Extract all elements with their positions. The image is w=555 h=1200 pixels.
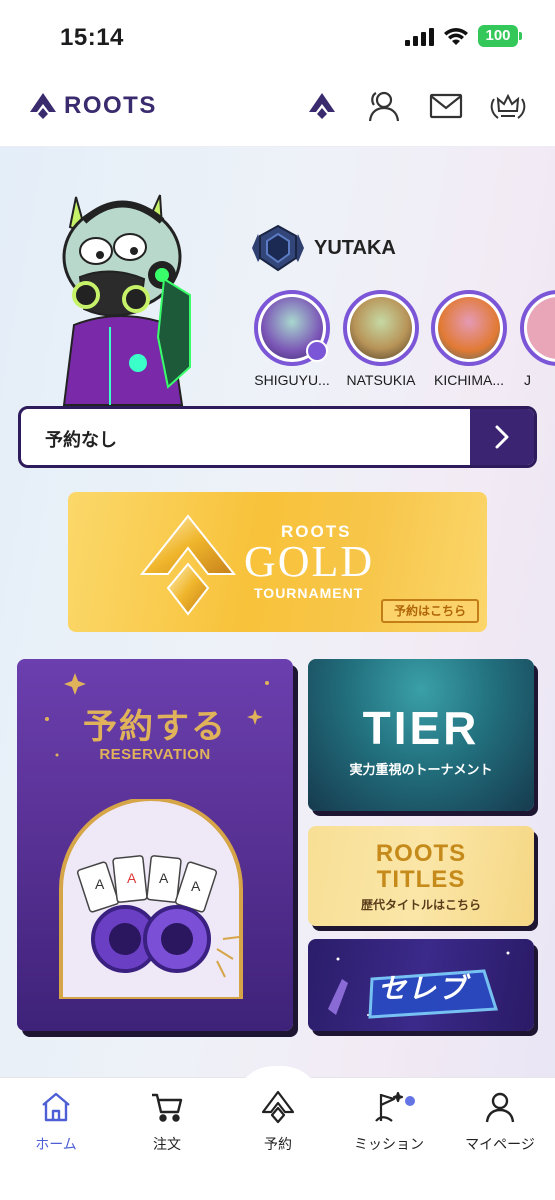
celeb-card[interactable]: セレブ bbox=[308, 939, 534, 1031]
friends-icon[interactable] bbox=[364, 86, 404, 126]
tab-mypage[interactable]: マイページ bbox=[450, 1088, 550, 1154]
home-content: YUTAKA SHIGUYU... NATSUKIA KICHIMA... J … bbox=[0, 147, 555, 1077]
player-info[interactable]: YUTAKA bbox=[252, 224, 396, 272]
tab-mypage-label: マイページ bbox=[465, 1136, 535, 1152]
app-header: ROOTS bbox=[0, 72, 555, 147]
titles-card-line1: ROOTS bbox=[375, 840, 467, 867]
user-icon bbox=[485, 1092, 515, 1123]
wifi-icon bbox=[444, 28, 468, 45]
friend-item[interactable]: J bbox=[518, 290, 555, 388]
gold-spade-icon bbox=[139, 514, 237, 616]
spade-icon[interactable] bbox=[302, 86, 342, 126]
player-name: YUTAKA bbox=[314, 236, 396, 259]
crown-icon[interactable] bbox=[488, 86, 528, 126]
gold-banner-subtitle: TOURNAMENT bbox=[254, 585, 364, 601]
friend-avatar bbox=[431, 290, 507, 366]
svg-text:A: A bbox=[127, 870, 137, 886]
tier-card[interactable]: TIER 実力重視のトーナメント bbox=[308, 659, 534, 811]
svg-text:A: A bbox=[159, 870, 169, 886]
mission-notification-dot bbox=[405, 1096, 415, 1106]
roots-titles-card[interactable]: ROOTS TITLES 歴代タイトルはこちら bbox=[308, 826, 534, 926]
friend-item[interactable]: NATSUKIA bbox=[341, 290, 421, 388]
friend-list: SHIGUYU... NATSUKIA KICHIMA... J bbox=[252, 290, 555, 390]
cart-icon bbox=[152, 1093, 183, 1122]
tier-card-subtitle: 実力重視のトーナメント bbox=[349, 762, 493, 777]
chevron-right-icon[interactable] bbox=[470, 409, 534, 465]
titles-card-line2: TITLES bbox=[376, 866, 466, 893]
gold-banner-title: GOLD bbox=[244, 537, 375, 586]
player-avatar[interactable] bbox=[40, 187, 210, 407]
friend-name: KICHIMA... bbox=[433, 372, 504, 388]
battery-indicator: 100 bbox=[478, 25, 522, 47]
mail-icon[interactable] bbox=[426, 86, 466, 126]
gold-tournament-banner[interactable]: ROOTS GOLD TOURNAMENT 予約はこちら bbox=[68, 492, 487, 632]
roots-logo[interactable]: ROOTS bbox=[28, 92, 157, 120]
tab-reserve-label: 予約 bbox=[264, 1136, 292, 1152]
status-bar: 15:14 100 bbox=[0, 0, 555, 72]
friend-avatar bbox=[343, 290, 419, 366]
tab-mission-label: ミッション bbox=[354, 1136, 424, 1152]
status-time: 15:14 bbox=[60, 24, 124, 51]
friend-name: SHIGUYU... bbox=[254, 372, 330, 388]
friend-item[interactable]: SHIGUYU... bbox=[252, 290, 332, 388]
bottom-tab-bar: ホーム 注文 予約 ミッション マイページ bbox=[0, 1066, 555, 1200]
tab-reserve[interactable]: 予約 bbox=[228, 1088, 328, 1154]
logo-text: ROOTS bbox=[64, 92, 157, 119]
tier-card-title: TIER bbox=[362, 702, 480, 754]
friend-name: J bbox=[524, 372, 531, 388]
friend-item[interactable]: KICHIMA... bbox=[429, 290, 509, 388]
spade-logo-icon bbox=[30, 93, 56, 119]
tab-home[interactable]: ホーム bbox=[6, 1088, 106, 1154]
reservation-card-subtitle: RESERVATION bbox=[99, 746, 211, 763]
friend-name: NATSUKIA bbox=[346, 372, 416, 388]
tab-order-label: 注文 bbox=[153, 1136, 181, 1152]
rank-badge-icon bbox=[252, 224, 304, 272]
mission-flag-icon bbox=[375, 1091, 404, 1122]
tab-order[interactable]: 注文 bbox=[117, 1088, 217, 1154]
reservation-card-title: 予約する bbox=[83, 708, 227, 746]
titles-card-subtitle: 歴代タイトルはこちら bbox=[360, 898, 481, 912]
svg-text:A: A bbox=[191, 878, 201, 894]
signal-icon bbox=[405, 28, 434, 46]
reservation-status-bar[interactable]: 予約なし bbox=[18, 406, 537, 468]
home-icon bbox=[42, 1092, 70, 1122]
friend-avatar bbox=[254, 290, 330, 366]
tab-home-label: ホーム bbox=[35, 1136, 77, 1152]
spade-outline-icon bbox=[261, 1090, 295, 1124]
svg-text:A: A bbox=[95, 876, 105, 892]
cards-and-chips-icon: A A A A bbox=[59, 799, 243, 999]
reservation-card[interactable]: 予約する RESERVATION A A A A bbox=[17, 659, 293, 1031]
celeb-logo-text: セレブ bbox=[378, 973, 469, 1004]
gold-reserve-button[interactable]: 予約はこちら bbox=[381, 599, 479, 623]
spade-badge-icon bbox=[306, 340, 328, 362]
friend-avatar bbox=[520, 290, 555, 366]
tab-mission[interactable]: ミッション bbox=[339, 1088, 439, 1154]
reservation-status-label: 予約なし bbox=[45, 430, 117, 450]
